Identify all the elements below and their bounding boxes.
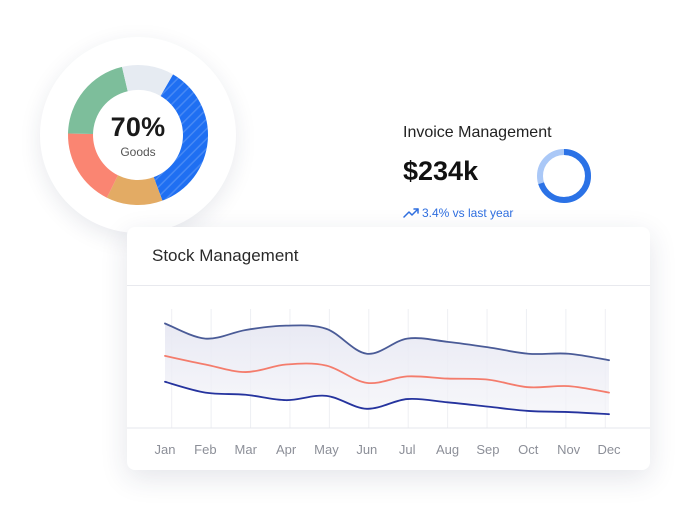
goods-percent: 70% <box>110 111 166 142</box>
invoice-trend-text: 3.4% vs last year <box>422 206 514 220</box>
stock-line-chart: Jan Feb Mar Apr May Jun Jul Aug Sep Oct Nov Dec <box>127 309 650 457</box>
x-tick-label: Feb <box>194 442 216 457</box>
x-tick-label: Sep <box>476 442 499 457</box>
x-tick-label: Jan <box>155 442 176 457</box>
x-tick-label: Aug <box>436 442 459 457</box>
series-band <box>165 323 609 415</box>
stage: 70% Goods Invoice Management $234k 3.4% … <box>0 0 688 512</box>
x-tick-label: Oct <box>518 442 539 457</box>
goods-donut-card: 70% Goods <box>40 37 236 233</box>
invoice-widget: Invoice Management $234k 3.4% vs last ye… <box>403 124 633 224</box>
donut-center: 70% Goods <box>40 37 236 233</box>
x-tick-label: Jun <box>356 442 377 457</box>
x-tick-label: Jul <box>399 442 416 457</box>
x-tick-label: Apr <box>276 442 297 457</box>
invoice-title: Invoice Management <box>403 124 552 141</box>
trend-up-icon <box>403 208 419 218</box>
x-tick-label: Dec <box>597 442 621 457</box>
invoice-progress-ring <box>537 149 591 203</box>
x-tick-label: May <box>314 442 339 457</box>
x-tick-label: Mar <box>235 442 258 457</box>
goods-caption: Goods <box>120 144 156 159</box>
invoice-trend: 3.4% vs last year <box>403 206 513 220</box>
stock-card: Stock Management Jan Feb Mar Apr May Jun Jul Au… <box>127 227 650 470</box>
x-tick-label: Nov <box>557 442 581 457</box>
invoice-amount: $234k <box>403 156 479 186</box>
